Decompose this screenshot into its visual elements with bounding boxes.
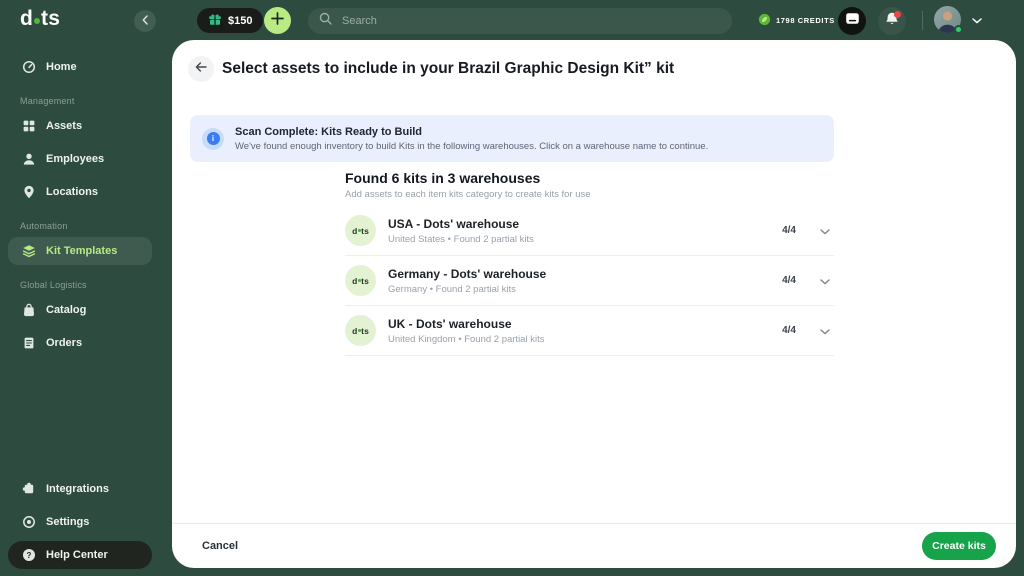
sidebar-item-help-center[interactable]: ? Help Center — [8, 541, 152, 569]
sidebar-item-catalog[interactable]: Catalog — [8, 296, 152, 324]
gauge-icon — [22, 60, 36, 74]
back-button[interactable] — [188, 56, 214, 82]
credits-label: 1798 CREDITS — [776, 16, 835, 25]
sidebar-section-global-logistics: Global Logistics — [20, 280, 87, 290]
credits-badge[interactable]: 1798 CREDITS — [758, 13, 835, 28]
sidebar-item-integrations[interactable]: Integrations — [8, 475, 152, 503]
warehouse-row-uk[interactable]: d ts UK - Dots' warehouse United Kingdom … — [345, 306, 834, 356]
chevron-down-icon — [820, 322, 830, 340]
info-icon: i — [202, 127, 224, 150]
warehouse-info: UK - Dots' warehouse United Kingdom • Fo… — [388, 317, 770, 345]
sidebar-item-label: Home — [46, 61, 77, 73]
warehouse-row-germany[interactable]: d ts Germany - Dots' warehouse Germany • … — [345, 256, 834, 306]
search-icon — [319, 12, 332, 30]
sidebar-item-label: Integrations — [46, 483, 109, 495]
gift-icon — [208, 12, 222, 29]
warehouse-name: UK - Dots' warehouse — [388, 316, 512, 331]
cancel-button[interactable]: Cancel — [202, 540, 238, 552]
sidebar: d ts Home Management Assets Employees Loc… — [0, 0, 160, 576]
warehouse-info: Germany - Dots' warehouse Germany • Foun… — [388, 267, 770, 295]
topbar-divider — [922, 11, 923, 30]
sidebar-section-automation: Automation — [20, 221, 68, 231]
chevron-left-icon — [142, 12, 148, 30]
sidebar-item-home[interactable]: Home — [8, 53, 152, 81]
sidebar-section-management: Management — [20, 96, 75, 106]
warehouse-avatar: d ts — [345, 315, 376, 346]
puzzle-icon — [22, 482, 36, 496]
warehouse-name: Germany - Dots' warehouse — [388, 266, 547, 281]
arrow-left-icon — [194, 60, 208, 79]
search-bar — [308, 8, 732, 34]
warehouse-name: USA - Dots' warehouse — [388, 216, 520, 231]
warehouse-info: USA - Dots' warehouse United States • Fo… — [388, 217, 770, 245]
create-new-button[interactable] — [264, 7, 291, 34]
topbar: $150 1798 CREDITS — [160, 0, 1024, 40]
panel-footer: Cancel Create kits — [172, 523, 1016, 568]
kit-count: 4/4 — [782, 325, 796, 336]
sidebar-item-assets[interactable]: Assets — [8, 112, 152, 140]
question-icon: ? — [22, 549, 36, 561]
sidebar-item-label: Settings — [46, 516, 90, 528]
warehouse-avatar: d ts — [345, 215, 376, 246]
search-input[interactable] — [340, 14, 721, 28]
warehouse-avatar: d ts — [345, 265, 376, 296]
banner-title: Scan Complete: Kits Ready to Build — [235, 125, 423, 138]
chevron-down-icon — [820, 272, 830, 290]
create-kits-button[interactable]: Create kits — [922, 532, 996, 560]
sidebar-collapse-button[interactable] — [134, 10, 156, 32]
grid-icon — [22, 119, 36, 133]
warehouse-meta: United States • Found 2 partial kits — [388, 233, 534, 245]
sidebar-item-settings[interactable]: Settings — [8, 508, 152, 536]
results-heading: Found 6 kits in 3 warehouses — [345, 170, 541, 186]
warehouse-expand-button[interactable] — [816, 218, 834, 244]
results-subheading: Add assets to each item kits category to… — [345, 189, 591, 200]
sidebar-item-label: Help Center — [46, 549, 108, 561]
warehouse-expand-button[interactable] — [816, 318, 834, 344]
warehouse-meta: United Kingdom • Found 2 partial kits — [388, 333, 545, 345]
sidebar-item-label: Locations — [46, 186, 98, 198]
app-logo: d ts — [20, 7, 60, 31]
warehouse-meta: Germany • Found 2 partial kits — [388, 283, 516, 295]
page-title: Select assets to include in your Brazil … — [222, 60, 675, 77]
logo-dot — [34, 18, 41, 24]
sidebar-item-label: Orders — [46, 337, 83, 349]
chat-icon — [845, 11, 860, 31]
logo-text-left: d — [20, 7, 34, 30]
chevron-down-icon — [820, 222, 830, 240]
sidebar-item-label: Catalog — [46, 304, 87, 316]
shopping-bag-icon — [22, 303, 36, 317]
main-panel: Select assets to include in your Brazil … — [172, 40, 1016, 568]
layers-icon — [22, 244, 36, 258]
banner-text: Scan Complete: Kits Ready to Build We've… — [235, 126, 708, 152]
user-icon — [22, 152, 36, 166]
sidebar-item-orders[interactable]: Orders — [8, 329, 152, 357]
online-status-dot — [954, 25, 963, 34]
kit-count: 4/4 — [782, 275, 796, 286]
leaf-credit-icon — [758, 13, 771, 28]
balance-amount: $150 — [228, 14, 253, 27]
plus-icon — [271, 11, 284, 30]
warehouse-row-usa[interactable]: d ts USA - Dots' warehouse United States … — [345, 206, 834, 256]
warehouse-expand-button[interactable] — [816, 268, 834, 294]
receipt-icon — [22, 336, 36, 350]
chevron-down-icon — [972, 11, 982, 29]
sidebar-item-employees[interactable]: Employees — [8, 145, 152, 173]
results-section: Found 6 kits in 3 warehouses Add assets … — [345, 170, 834, 356]
sidebar-item-label: Employees — [46, 153, 105, 165]
logo-text-right: ts — [41, 7, 61, 30]
notifications-button[interactable] — [878, 7, 906, 35]
sidebar-item-kit-templates[interactable]: Kit Templates — [8, 237, 152, 265]
notification-dot — [894, 11, 901, 18]
warehouse-list: d ts USA - Dots' warehouse United States … — [345, 206, 834, 356]
messages-button[interactable] — [838, 7, 866, 35]
sidebar-item-label: Assets — [46, 120, 83, 132]
sidebar-item-label: Kit Templates — [46, 245, 118, 257]
kit-count: 4/4 — [782, 225, 796, 236]
map-pin-icon — [22, 185, 36, 199]
balance-pill[interactable]: $150 — [197, 8, 264, 33]
gear-icon — [22, 515, 36, 529]
banner-description: We've found enough inventory to build Ki… — [235, 140, 709, 152]
info-banner: i Scan Complete: Kits Ready to Build We'… — [190, 115, 834, 162]
sidebar-item-locations[interactable]: Locations — [8, 178, 152, 206]
